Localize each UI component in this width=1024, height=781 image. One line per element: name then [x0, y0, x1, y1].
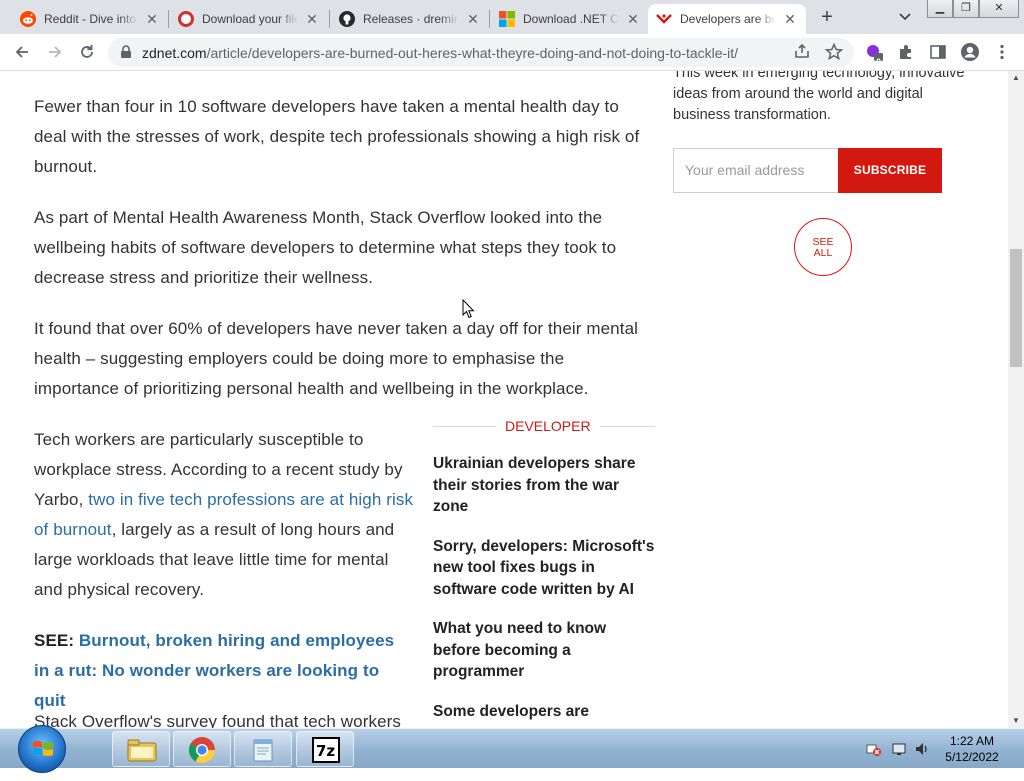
tab-separator — [489, 10, 490, 28]
minimize-button[interactable]: ▁ — [927, 0, 953, 18]
tab-separator — [329, 10, 330, 28]
see-all-button[interactable]: SEE ALL — [794, 218, 852, 276]
back-icon[interactable] — [12, 42, 32, 62]
subscribe-button[interactable]: SUBSCRIBE — [838, 148, 942, 193]
taskbar-chrome[interactable] — [173, 731, 231, 767]
newsletter-description: This week in emerging technology, innova… — [673, 71, 965, 123]
menu-kebab-icon[interactable] — [992, 42, 1012, 62]
zdnet-icon — [656, 11, 672, 27]
tab-title: Download your files — [202, 12, 298, 26]
svg-text:7z: 7z — [316, 742, 335, 760]
article-paragraph: Fewer than four in 10 software developer… — [34, 97, 640, 176]
scroll-up-arrow-icon[interactable]: ▲ — [1008, 71, 1024, 85]
start-button[interactable] — [18, 725, 66, 773]
bookmark-star-icon[interactable] — [824, 42, 844, 62]
vertical-scrollbar[interactable]: ▲ ▼ — [1008, 71, 1024, 728]
maximize-button[interactable]: ❐ — [953, 0, 979, 18]
mouse-cursor-icon — [462, 299, 475, 319]
related-story-link[interactable]: Ukrainian developers share their stories… — [433, 453, 655, 518]
close-tab-icon[interactable]: ✕ — [304, 11, 320, 27]
download-site-icon — [178, 11, 194, 27]
clock-date: 5/12/2022 — [945, 750, 999, 764]
side-panel-icon[interactable] — [928, 42, 948, 62]
article-paragraph: It found that over 60% of developers hav… — [34, 319, 638, 398]
tab-title: Developers are burned out — [680, 12, 776, 26]
close-tab-icon[interactable]: ✕ — [465, 11, 481, 27]
tab-dotnet[interactable]: Download .NET Core ✕ — [491, 4, 649, 34]
clock-time: 1:22 AM — [949, 734, 995, 748]
related-story-link[interactable]: What you need to know before becoming a … — [433, 618, 655, 683]
related-category: DEVELOPER — [496, 418, 600, 434]
tab-strip: Reddit - Dive into anything ✕ Download y… — [0, 0, 1024, 34]
new-tab-button[interactable]: + — [815, 6, 839, 30]
extension-badge: 0 — [876, 57, 882, 67]
system-clock[interactable]: 1:22 AM 5/12/2022 — [936, 733, 1008, 765]
article-paragraph: As part of Mental Health Awareness Month… — [34, 208, 617, 287]
tab-separator — [168, 10, 169, 28]
chrome-icon — [188, 737, 216, 764]
tab-title: Reddit - Dive into anything — [44, 12, 138, 26]
reddit-icon — [20, 11, 36, 27]
close-tab-icon[interactable]: ✕ — [782, 11, 798, 27]
url-domain: zdnet.com — [142, 45, 207, 61]
tab-reddit[interactable]: Reddit - Dive into anything ✕ — [12, 4, 168, 34]
tab-title: Download .NET Core — [523, 12, 619, 26]
see-colon: : — [68, 631, 79, 650]
notepad-icon — [253, 739, 273, 762]
related-story-link[interactable]: Sorry, developers: Microsoft's new tool … — [433, 536, 655, 601]
url-text[interactable]: zdnet.com/article/developers-are-burned-… — [142, 45, 738, 61]
7zip-icon: 7z — [312, 737, 340, 763]
taskbar-7zip[interactable]: 7z — [296, 731, 354, 767]
related-header: DEVELOPER — [433, 418, 655, 439]
scroll-down-arrow-icon[interactable]: ▼ — [1008, 714, 1024, 728]
tab-title: Releases · dreming — [363, 12, 459, 26]
explorer-icon — [127, 739, 157, 762]
windows-logo-icon — [33, 741, 53, 756]
github-icon — [339, 11, 355, 27]
article-paragraph: Stack Overflow's survey found that tech … — [34, 712, 401, 728]
browser-toolbar: zdnet.com/article/developers-are-burned-… — [0, 34, 1024, 71]
tab-github-releases[interactable]: Releases · dreming ✕ — [331, 4, 489, 34]
forward-icon[interactable] — [45, 42, 65, 62]
see-also-paragraph: SEE: Burnout, broken hiring and employee… — [34, 626, 414, 716]
address-bar[interactable]: zdnet.com/article/developers-are-burned-… — [108, 38, 854, 67]
tab-download-files[interactable]: Download your files ✕ — [170, 4, 328, 34]
microsoft-icon — [499, 11, 515, 27]
scrollbar-thumb[interactable] — [1010, 249, 1022, 367]
article-paragraph: Tech workers are particularly susceptibl… — [34, 425, 414, 605]
related-stories: DEVELOPER Ukrainian developers share the… — [433, 418, 655, 723]
see-also-link[interactable]: Burnout, broken hiring and employees in … — [34, 631, 394, 710]
related-story-link[interactable]: Some developers are — [433, 701, 655, 723]
action-center-icon[interactable] — [891, 741, 907, 781]
close-window-button[interactable]: ✕ — [979, 0, 1019, 18]
extensions-puzzle-icon[interactable] — [896, 42, 916, 62]
url-path: /article/developers-are-burned-out-heres… — [206, 45, 739, 61]
taskbar-notepad[interactable] — [234, 731, 292, 767]
reload-icon[interactable] — [77, 42, 97, 62]
email-field[interactable]: Your email address — [673, 148, 838, 193]
network-error-icon[interactable] — [866, 741, 882, 781]
share-icon[interactable] — [792, 42, 812, 62]
taskbar-explorer[interactable] — [112, 731, 170, 767]
close-tab-icon[interactable]: ✕ — [144, 11, 160, 27]
see-label: SEE — [34, 631, 69, 650]
close-tab-icon[interactable]: ✕ — [625, 11, 641, 27]
windows-taskbar: 7z 1:22 AM 5/12/2022 — [0, 725, 1024, 773]
extension-icon[interactable]: 0 — [864, 42, 884, 67]
profile-avatar-icon[interactable] — [960, 42, 980, 62]
tab-search-icon[interactable] — [897, 8, 913, 24]
web-page: Fewer than four in 10 software developer… — [0, 71, 1008, 728]
tab-zdnet-active[interactable]: Developers are burned out ✕ — [648, 4, 806, 34]
volume-icon[interactable] — [914, 741, 930, 781]
lock-icon[interactable] — [120, 45, 132, 59]
see-all-label: ALL — [813, 247, 833, 259]
